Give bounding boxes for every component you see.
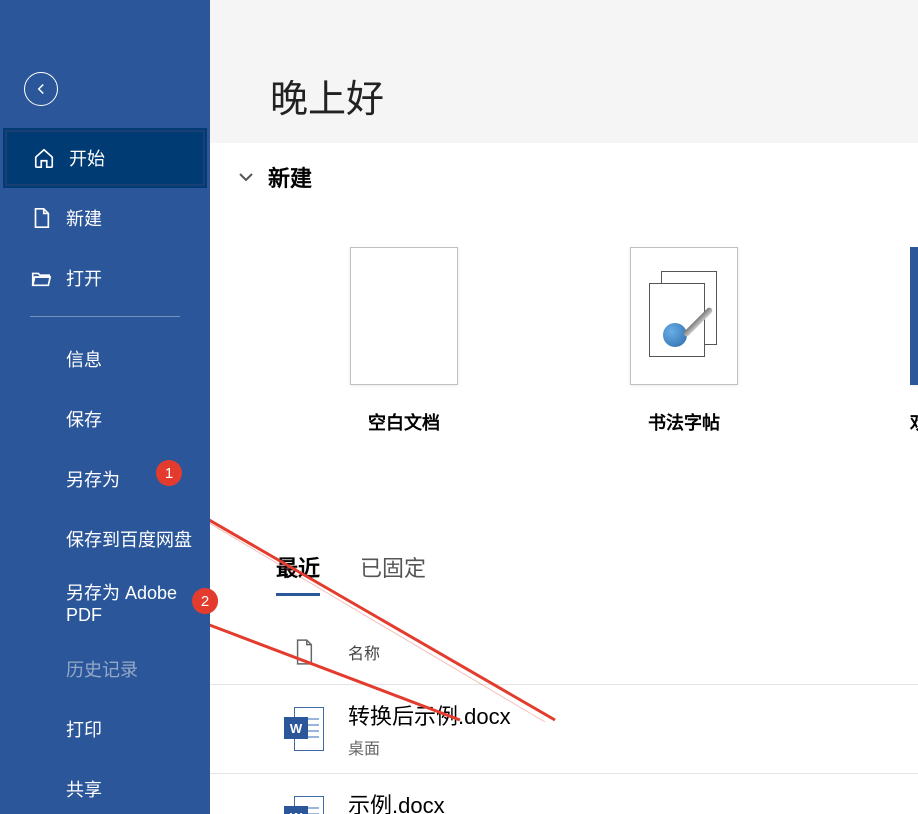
sidebar-item-save-adobe-pdf[interactable]: 另存为 Adobe PDF bbox=[0, 569, 210, 639]
file-outline-icon bbox=[288, 638, 320, 666]
file-icon bbox=[30, 207, 52, 229]
sidebar-item-label: 共享 bbox=[66, 776, 102, 802]
file-location: 桌面 bbox=[348, 735, 511, 759]
word-doc-icon: W bbox=[284, 707, 324, 751]
file-row[interactable]: W 转换后示例.docx 桌面 bbox=[210, 685, 918, 774]
sidebar-item-label: 保存 bbox=[66, 406, 102, 432]
template-thumb bbox=[350, 247, 458, 385]
template-label: 书法字帖 bbox=[648, 409, 720, 435]
sidebar-item-label: 信息 bbox=[66, 346, 102, 372]
sidebar-item-label: 保存到百度网盘 bbox=[66, 526, 192, 552]
chevron-down-icon bbox=[234, 165, 258, 189]
sidebar-item-save-baidu[interactable]: 保存到百度网盘 bbox=[0, 509, 210, 569]
sidebar-item-save[interactable]: 保存 bbox=[0, 389, 210, 449]
sidebar-item-label: 另存为 bbox=[66, 466, 120, 492]
arrow-left-icon bbox=[32, 80, 50, 98]
sidebar-item-info[interactable]: 信息 bbox=[0, 329, 210, 389]
tabs: 最近 已固定 bbox=[276, 551, 918, 596]
template-blank[interactable]: 空白文档 bbox=[350, 247, 458, 435]
folder-open-icon bbox=[30, 267, 52, 289]
calligraphy-icon bbox=[649, 271, 719, 361]
sidebar-item-label: 历史记录 bbox=[66, 656, 138, 682]
sidebar-item-label: 打印 bbox=[66, 716, 102, 742]
sidebar-item-open[interactable]: 打开 bbox=[0, 248, 210, 308]
annotation-badge-1: 1 bbox=[156, 460, 182, 486]
file-name: 转换后示例.docx bbox=[348, 699, 511, 731]
sidebar-item-label: 新建 bbox=[66, 205, 102, 231]
template-thumb bbox=[910, 247, 918, 385]
sidebar-item-label: 另存为 Adobe PDF bbox=[66, 582, 210, 627]
templates-row: 空白文档 书法字帖 欢 bbox=[210, 247, 918, 435]
annotation-badge-2: 2 bbox=[192, 588, 218, 614]
tab-pinned[interactable]: 已固定 bbox=[360, 551, 426, 596]
back-button[interactable] bbox=[24, 72, 58, 106]
list-header[interactable]: 名称 bbox=[210, 614, 918, 685]
template-partial[interactable]: 欢 bbox=[910, 247, 918, 435]
greeting-title: 晚上好 bbox=[270, 68, 918, 123]
template-thumb bbox=[630, 247, 738, 385]
sidebar-item-start[interactable]: 开始 bbox=[3, 128, 207, 188]
word-doc-icon: W bbox=[284, 796, 324, 814]
template-label: 欢 bbox=[910, 409, 918, 435]
tab-recent[interactable]: 最近 bbox=[276, 551, 320, 596]
column-name: 名称 bbox=[348, 640, 380, 664]
sidebar-item-new[interactable]: 新建 bbox=[0, 188, 210, 248]
main-area: 晚上好 新建 空白文档 书 bbox=[210, 0, 918, 814]
sidebar-item-share[interactable]: 共享 bbox=[0, 759, 210, 814]
home-icon bbox=[33, 147, 55, 169]
file-row[interactable]: W 示例.docx 桌面 bbox=[210, 774, 918, 814]
sidebar-item-history: 历史记录 bbox=[0, 639, 210, 699]
template-calligraphy[interactable]: 书法字帖 bbox=[630, 247, 738, 435]
sidebar: 开始 新建 打开 信息 保存 另存为 保存到百度网盘 另存为 Adob bbox=[0, 0, 210, 814]
sidebar-item-print[interactable]: 打印 bbox=[0, 699, 210, 759]
section-label: 新建 bbox=[268, 161, 312, 193]
file-name: 示例.docx bbox=[348, 788, 445, 814]
sidebar-item-label: 打开 bbox=[66, 265, 102, 291]
new-section-header[interactable]: 新建 bbox=[210, 143, 918, 211]
sidebar-divider bbox=[30, 316, 180, 317]
sidebar-item-label: 开始 bbox=[69, 145, 105, 171]
template-label: 空白文档 bbox=[368, 409, 440, 435]
